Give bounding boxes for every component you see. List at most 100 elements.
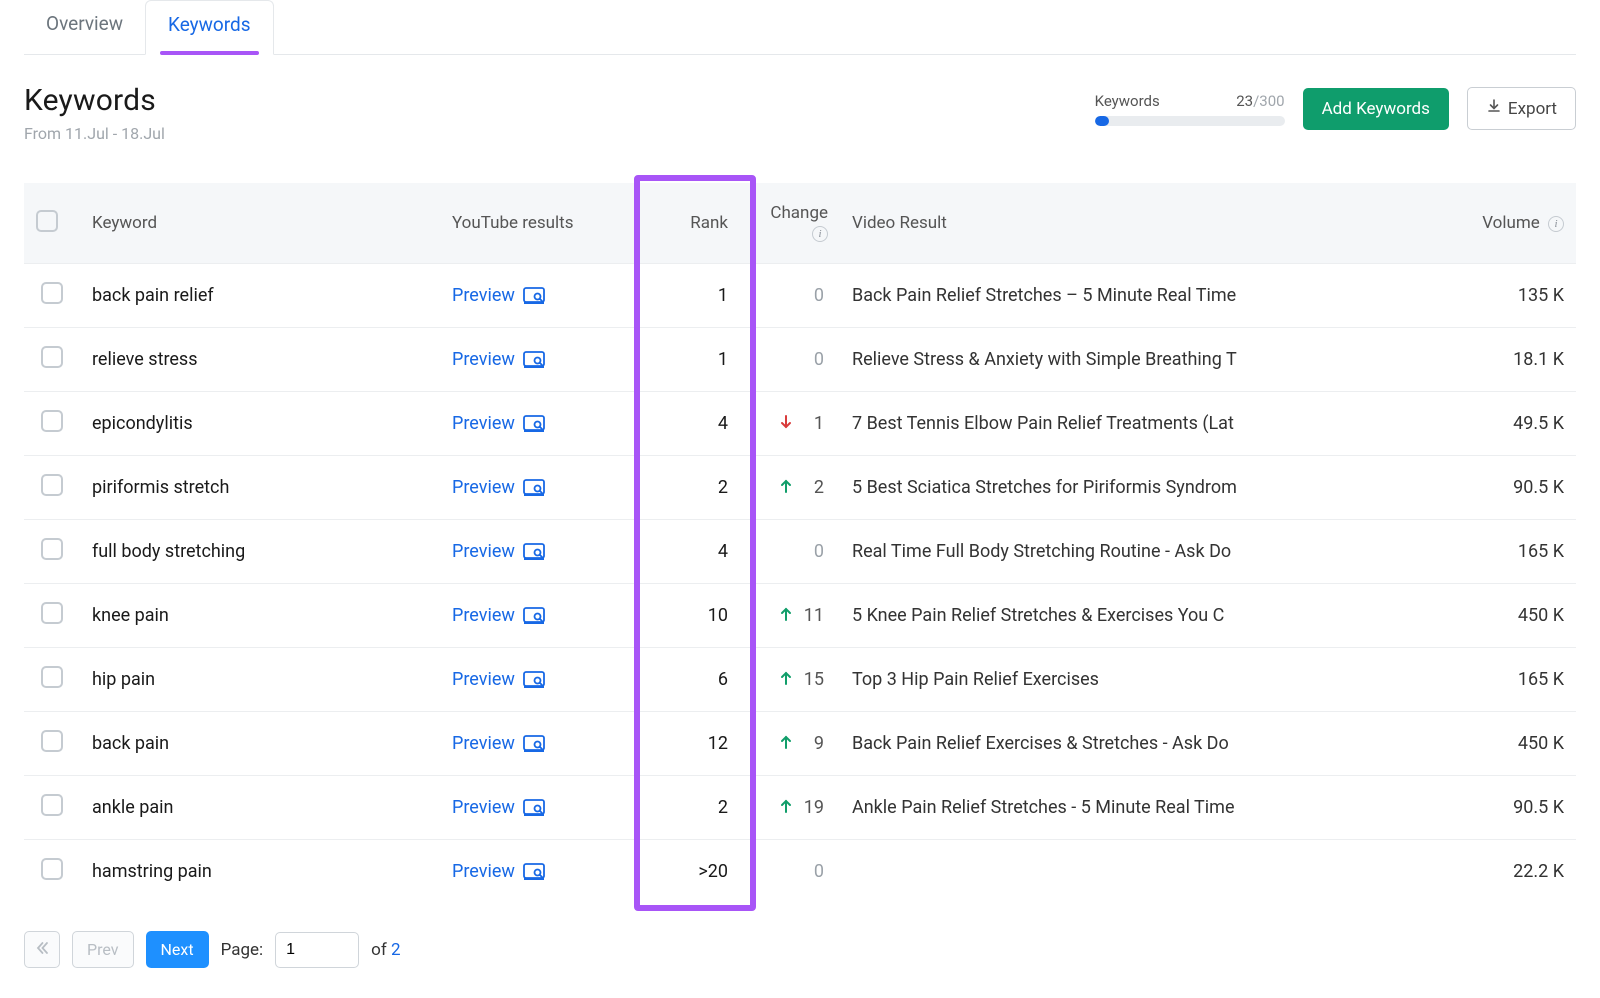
- next-page-button[interactable]: Next: [146, 931, 209, 968]
- table-row: back painPreview129Back Pain Relief Exer…: [24, 712, 1576, 776]
- col-video-result[interactable]: Video Result: [840, 183, 1456, 264]
- row-checkbox[interactable]: [41, 602, 63, 624]
- keyword-cell: back pain: [80, 712, 440, 776]
- preview-icon: [523, 479, 545, 497]
- volume-cell: 135 K: [1456, 264, 1576, 328]
- keywords-progress: [1095, 116, 1285, 126]
- volume-cell: 165 K: [1456, 520, 1576, 584]
- video-result-cell[interactable]: 7 Best Tennis Elbow Pain Relief Treatmen…: [852, 413, 1252, 434]
- arrow-down-icon: [780, 413, 792, 434]
- change-cell: 2: [752, 477, 828, 498]
- video-result-cell[interactable]: Real Time Full Body Stretching Routine -…: [852, 541, 1252, 562]
- tab-overview[interactable]: Overview: [24, 0, 145, 54]
- rank-cell: 2: [650, 776, 740, 840]
- preview-link[interactable]: Preview: [452, 541, 545, 562]
- info-icon[interactable]: i: [1548, 216, 1564, 232]
- preview-link[interactable]: Preview: [452, 477, 545, 498]
- preview-label: Preview: [452, 733, 515, 754]
- first-page-button[interactable]: [24, 931, 60, 968]
- preview-icon: [523, 607, 545, 625]
- arrow-up-icon: [780, 669, 792, 690]
- info-icon[interactable]: i: [812, 226, 828, 242]
- row-checkbox[interactable]: [41, 474, 63, 496]
- keywords-count-max: 300: [1259, 92, 1284, 110]
- tab-keywords[interactable]: Keywords: [145, 0, 274, 55]
- rank-cell: 2: [650, 456, 740, 520]
- page-title: Keywords: [24, 83, 165, 118]
- preview-label: Preview: [452, 413, 515, 434]
- preview-link[interactable]: Preview: [452, 605, 545, 626]
- preview-link[interactable]: Preview: [452, 349, 545, 370]
- change-cell: 19: [752, 797, 828, 818]
- rank-cell: 10: [650, 584, 740, 648]
- preview-link[interactable]: Preview: [452, 285, 545, 306]
- page-total[interactable]: 2: [391, 940, 401, 960]
- keywords-table: Keyword YouTube results Rank Change i Vi…: [24, 183, 1576, 903]
- rank-cell: >20: [650, 840, 740, 904]
- table-row: back pain reliefPreview10Back Pain Relie…: [24, 264, 1576, 328]
- preview-icon: [523, 287, 545, 305]
- table-row: relieve stressPreview10Relieve Stress & …: [24, 328, 1576, 392]
- preview-link[interactable]: Preview: [452, 797, 545, 818]
- keyword-cell: knee pain: [80, 584, 440, 648]
- preview-link[interactable]: Preview: [452, 733, 545, 754]
- preview-icon: [523, 415, 545, 433]
- change-cell: 0: [752, 861, 828, 882]
- col-keyword[interactable]: Keyword: [80, 183, 440, 264]
- row-checkbox[interactable]: [41, 794, 63, 816]
- video-result-cell[interactable]: 5 Knee Pain Relief Stretches & Exercises…: [852, 605, 1252, 626]
- col-rank[interactable]: Rank: [650, 183, 740, 264]
- row-checkbox[interactable]: [41, 666, 63, 688]
- row-checkbox[interactable]: [41, 410, 63, 432]
- page-number-input[interactable]: [275, 932, 359, 968]
- video-result-cell[interactable]: Relieve Stress & Anxiety with Simple Bre…: [852, 349, 1252, 370]
- preview-link[interactable]: Preview: [452, 861, 545, 882]
- row-checkbox[interactable]: [41, 346, 63, 368]
- keyword-cell: relieve stress: [80, 328, 440, 392]
- preview-label: Preview: [452, 285, 515, 306]
- video-result-cell[interactable]: Back Pain Relief Stretches – 5 Minute Re…: [852, 285, 1252, 306]
- table-row: ankle painPreview219Ankle Pain Relief St…: [24, 776, 1576, 840]
- col-volume[interactable]: Volume i: [1456, 183, 1576, 264]
- keyword-cell: hip pain: [80, 648, 440, 712]
- keyword-cell: piriformis stretch: [80, 456, 440, 520]
- preview-link[interactable]: Preview: [452, 413, 545, 434]
- video-result-cell[interactable]: Top 3 Hip Pain Relief Exercises: [852, 669, 1252, 690]
- keywords-count-label: Keywords: [1095, 92, 1160, 110]
- table-row: epicondylitisPreview417 Best Tennis Elbo…: [24, 392, 1576, 456]
- volume-cell: 450 K: [1456, 712, 1576, 776]
- video-result-cell[interactable]: Ankle Pain Relief Stretches - 5 Minute R…: [852, 797, 1252, 818]
- rank-cell: 1: [650, 264, 740, 328]
- preview-link[interactable]: Preview: [452, 669, 545, 690]
- preview-icon: [523, 799, 545, 817]
- video-result-cell[interactable]: Back Pain Relief Exercises & Stretches -…: [852, 733, 1252, 754]
- row-checkbox[interactable]: [41, 282, 63, 304]
- keyword-cell: back pain relief: [80, 264, 440, 328]
- preview-label: Preview: [452, 797, 515, 818]
- add-keywords-button[interactable]: Add Keywords: [1303, 88, 1449, 130]
- export-button[interactable]: Export: [1467, 87, 1576, 130]
- prev-page-button[interactable]: Prev: [72, 931, 134, 968]
- preview-label: Preview: [452, 861, 515, 882]
- preview-icon: [523, 735, 545, 753]
- row-checkbox[interactable]: [41, 730, 63, 752]
- row-checkbox[interactable]: [41, 538, 63, 560]
- col-change[interactable]: Change i: [740, 183, 840, 264]
- download-icon: [1486, 98, 1502, 119]
- keywords-count-current: 23: [1236, 92, 1253, 110]
- video-result-cell[interactable]: 5 Best Sciatica Stretches for Piriformis…: [852, 477, 1252, 498]
- select-all-checkbox[interactable]: [36, 210, 58, 232]
- table-row: hip painPreview615Top 3 Hip Pain Relief …: [24, 648, 1576, 712]
- date-range: From 11.Jul - 18.Jul: [24, 124, 165, 143]
- arrow-up-icon: [780, 477, 792, 498]
- preview-icon: [523, 863, 545, 881]
- change-cell: 0: [752, 349, 828, 370]
- col-youtube-results[interactable]: YouTube results: [440, 183, 650, 264]
- volume-cell: 90.5 K: [1456, 776, 1576, 840]
- tabs: Overview Keywords: [24, 0, 1576, 55]
- page-label: Page:: [221, 940, 264, 960]
- row-checkbox[interactable]: [41, 858, 63, 880]
- rank-cell: 12: [650, 712, 740, 776]
- change-cell: 15: [752, 669, 828, 690]
- change-cell: 11: [752, 605, 828, 626]
